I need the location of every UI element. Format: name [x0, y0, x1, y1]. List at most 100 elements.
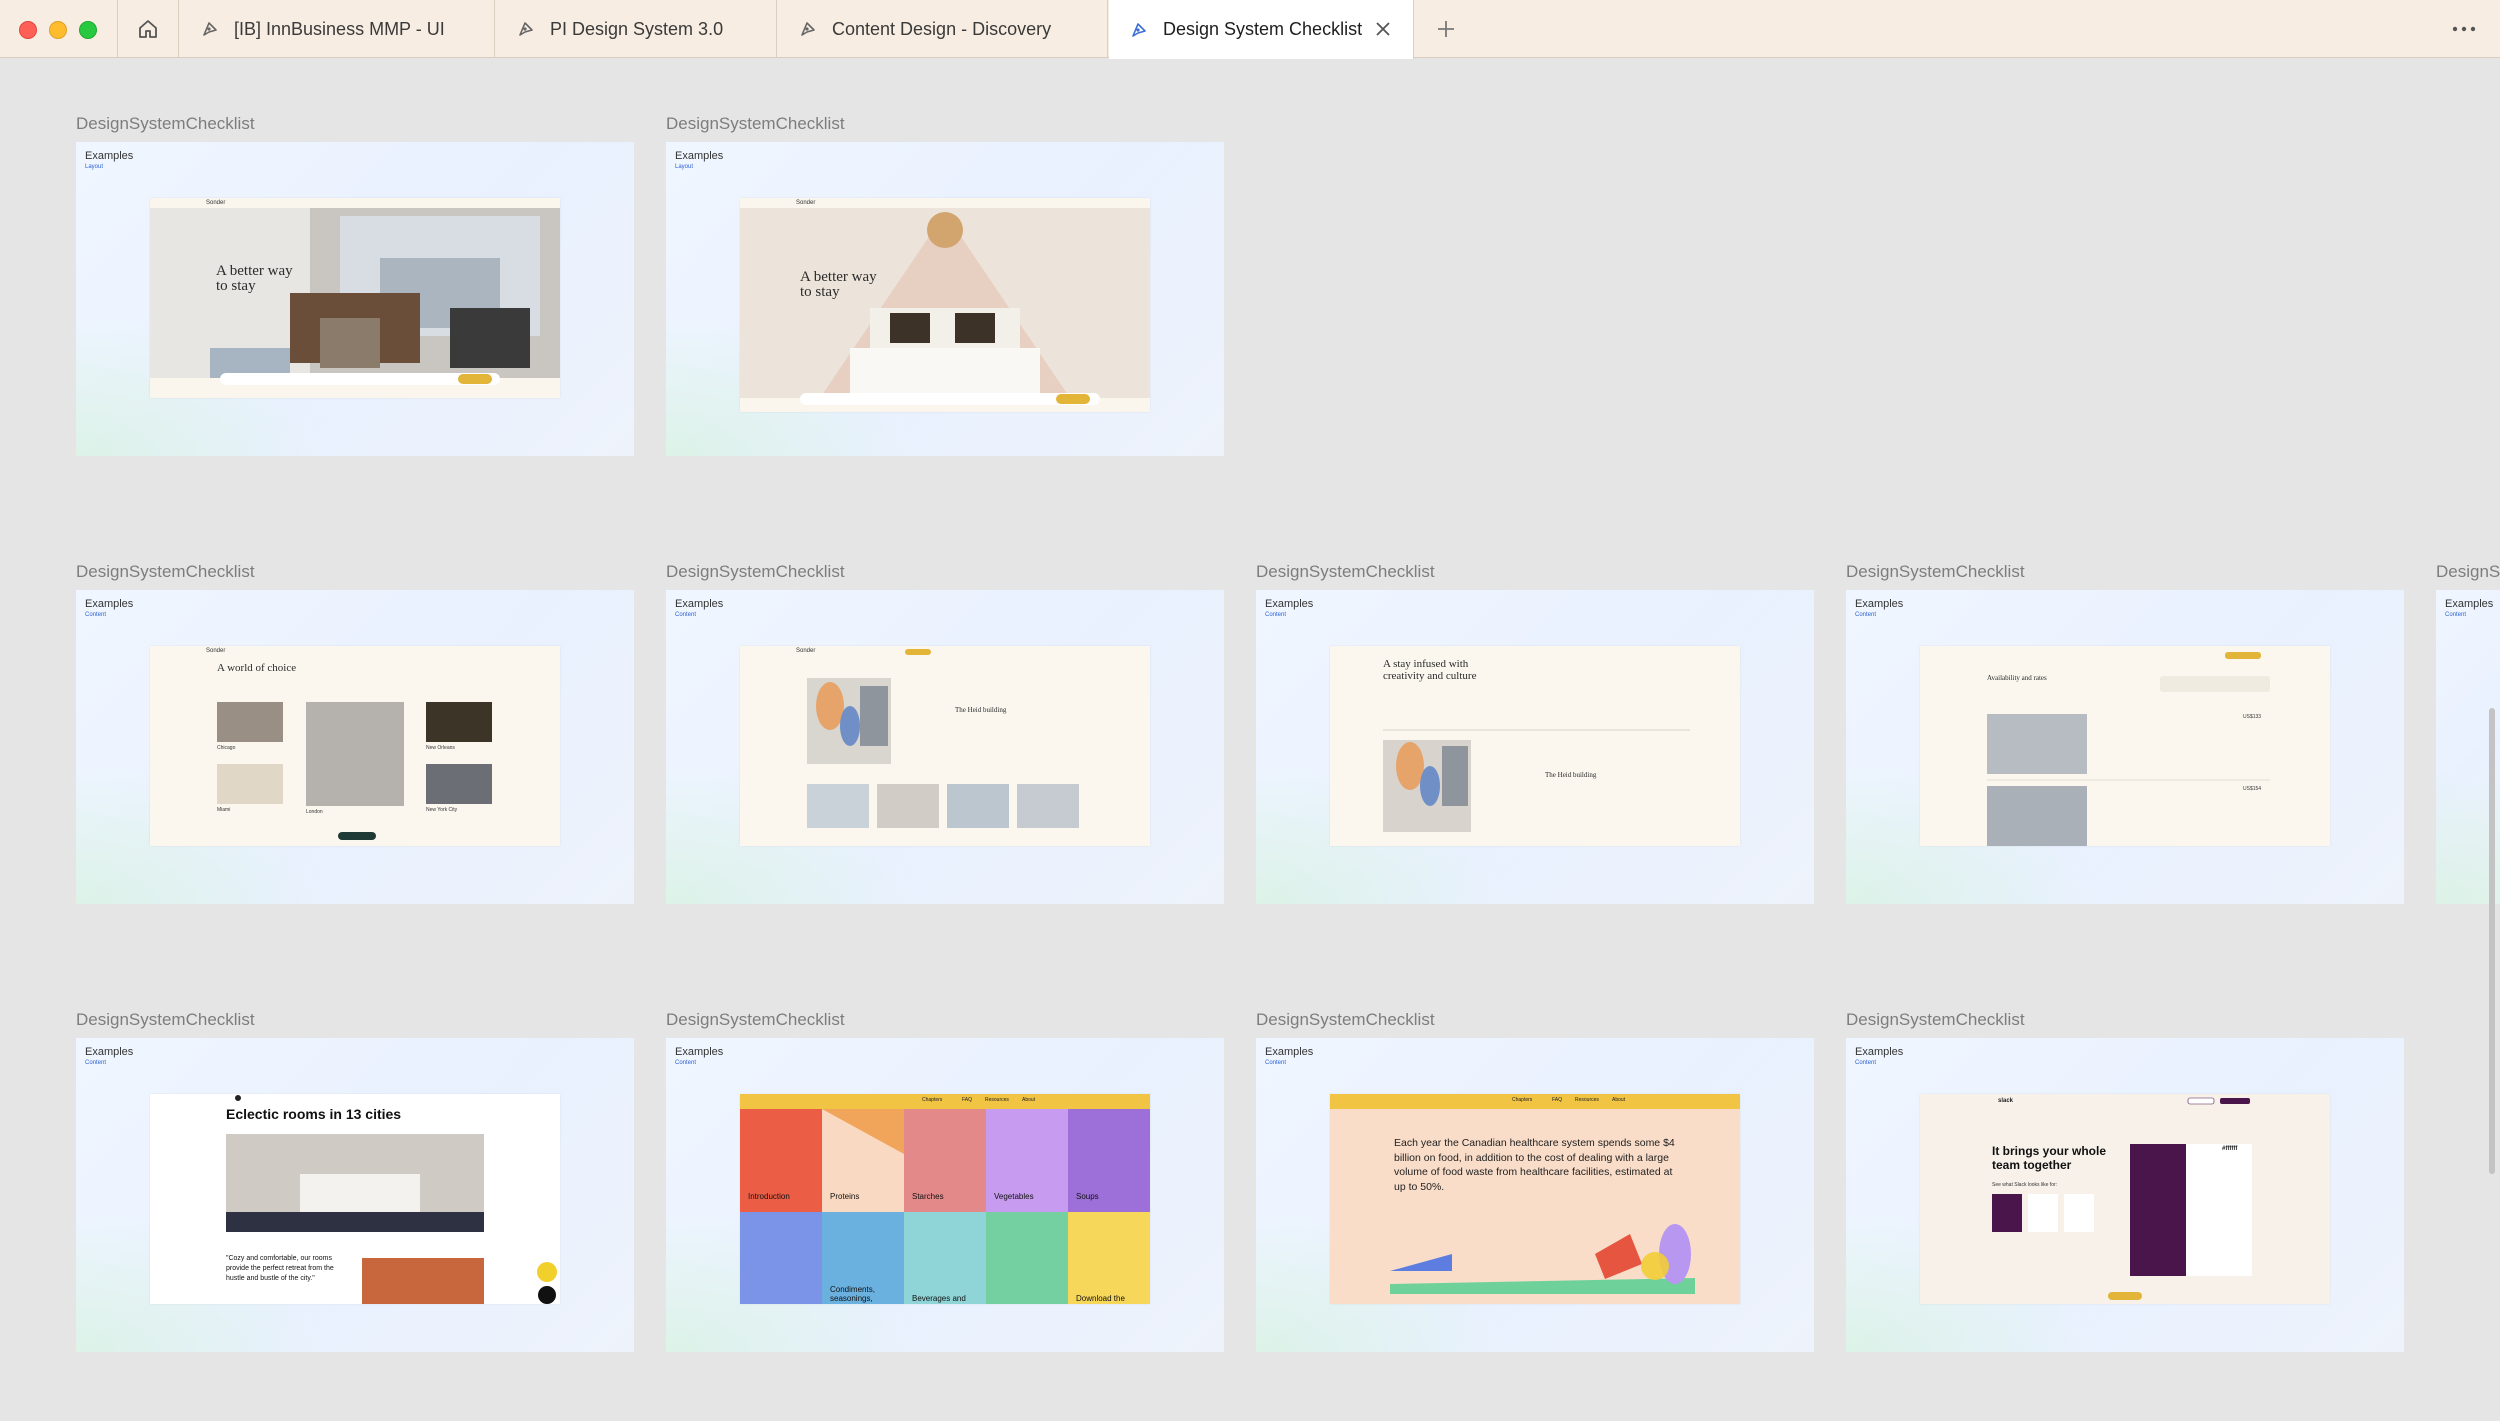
figma-file-icon	[1132, 22, 1146, 37]
frame-label[interactable]: DesignSystemChecklist	[1846, 1010, 2025, 1030]
examples-title: Examples	[85, 150, 134, 162]
city-name: London	[306, 809, 323, 815]
tab-label: Design System Checklist	[1163, 19, 1363, 39]
food-tile-label: Condiments, seasonings,	[830, 1285, 875, 1303]
examples-title: Examples	[85, 598, 134, 610]
examples-subtitle: Content	[1855, 1060, 1877, 1066]
frame-body: Examples Content Sonder A world of choic…	[76, 590, 634, 904]
figma-file-icon	[519, 22, 533, 36]
frame-label[interactable]: DesignSystemChecklist	[666, 562, 845, 582]
tab-label: Content Design - Discovery	[832, 18, 1052, 39]
new-tab-icon[interactable]	[1432, 15, 1460, 43]
frame-body: Examples Content Availability and rates …	[1846, 590, 2404, 904]
home-tab[interactable]	[117, 0, 179, 58]
food-chapters-screenshot: Chapters FAQ Resources About Introductio…	[740, 1094, 1150, 1304]
nav-link: About	[1022, 1097, 1036, 1103]
minimize-window-button[interactable]	[49, 21, 67, 39]
nav-link: Resources	[1575, 1097, 1599, 1103]
culture-layout	[1383, 729, 1690, 832]
city-name: Chicago	[217, 745, 236, 751]
home-icon	[139, 20, 157, 38]
examples-title: Examples	[1855, 1046, 1904, 1058]
heid-title: The Heid building	[955, 706, 1007, 714]
city-name: New York City	[426, 807, 458, 813]
nav-link: Chapters	[1512, 1097, 1533, 1103]
sonder-hero-screenshot: Sonder A better way to stay	[150, 198, 560, 398]
food-tile-label: Soups	[1076, 1192, 1099, 1201]
vertical-scrollbar[interactable]	[2489, 708, 2495, 1174]
frame-label[interactable]: DesignSystemChecklist	[76, 1010, 255, 1030]
sonder-logo: Sonder	[206, 200, 226, 206]
tab-label: PI Design System 3.0	[550, 18, 724, 39]
slack-screenshot: slack It brings your whole team together…	[1920, 1094, 2330, 1304]
figma-file-icon	[801, 22, 815, 36]
tab-innbusiness[interactable]: [IB] InnBusiness MMP - UI	[180, 0, 495, 58]
figma-file-icon	[203, 22, 217, 36]
food-tile-label: Starches	[912, 1192, 944, 1201]
frame-label[interactable]: DesignSystemChecklist	[1256, 562, 1435, 582]
food-tile-label: Introduction	[748, 1192, 790, 1201]
sonder-logo: Sonder	[796, 200, 816, 206]
close-window-button[interactable]	[19, 21, 37, 39]
frame-body: Examples Content Chapters FAQ Resources …	[1256, 1038, 1814, 1352]
canvas[interactable]: DesignSystemChecklist Examples Layout So…	[0, 58, 2500, 1421]
frame-body: Examples Content Chapters FAQ Resources …	[666, 1038, 1224, 1352]
nav-link: FAQ	[1552, 1097, 1563, 1103]
examples-title: Examples	[1265, 598, 1314, 610]
examples-subtitle: Layout	[675, 164, 694, 170]
culture-screenshot: A stay infused with creativity and cultu…	[1330, 646, 1740, 846]
frame-body: Examples Content A stay infused with cre…	[1256, 590, 1814, 904]
frame-body: Examples Content slack It brings your wh…	[1846, 1038, 2404, 1352]
frame-label[interactable]: DesignSystemChecklist	[76, 114, 255, 134]
tab-content-design[interactable]: Content Design - Discovery	[778, 0, 1108, 58]
close-tab-icon[interactable]	[1371, 17, 1395, 41]
food-intro-screenshot: Chapters FAQ Resources About Each year t…	[1330, 1094, 1740, 1304]
slack-channel-name: #ffffff	[2222, 1146, 2238, 1152]
city-name: Miami	[217, 807, 231, 813]
heid-title: The Heid building	[1545, 771, 1597, 779]
examples-title: Examples	[1855, 598, 1904, 610]
nav-link: Resources	[985, 1097, 1009, 1103]
examples-subtitle: Content	[85, 1060, 107, 1066]
nav-link: About	[1612, 1097, 1626, 1103]
examples-subtitle: Content	[85, 612, 107, 618]
frame-label[interactable]: DesignSystemChecklist	[666, 1010, 845, 1030]
rate-price: US$133	[2243, 714, 2262, 720]
food-tile-label: Beverages and	[912, 1294, 966, 1303]
examples-subtitle: Content	[675, 612, 697, 618]
heid-building-layout	[807, 649, 1079, 828]
city-name: New Orleans	[426, 745, 455, 751]
frame-body: Examples Content Eclectic rooms in 13 ci…	[76, 1038, 634, 1352]
hero-headline: A better way to stay	[800, 269, 877, 300]
frame-label[interactable]: DesignS	[2436, 562, 2500, 582]
frame-body: Examples Layout Sonder A better way to s…	[76, 142, 634, 456]
examples-subtitle: Content	[2445, 612, 2467, 618]
slack-layout	[1992, 1097, 2252, 1300]
examples-title: Examples	[675, 598, 724, 610]
food-intro-paragraph: Each year the Canadian healthcare system…	[1394, 1137, 1675, 1193]
zoom-window-button[interactable]	[79, 21, 97, 39]
frame-label[interactable]: DesignSystemChecklist	[1846, 562, 2025, 582]
frame-body: Examples Content Sonder The Heid buildin…	[666, 590, 1224, 904]
food-tile-label: Vegetables	[994, 1192, 1034, 1201]
tab-bar: [IB] InnBusiness MMP - UI PI Design Syst…	[0, 0, 2500, 59]
hero-headline: A better way to stay	[216, 263, 293, 294]
examples-subtitle: Content	[1855, 612, 1877, 618]
frame-label[interactable]: DesignSystemChecklist	[1256, 1010, 1435, 1030]
examples-subtitle: Layout	[85, 164, 104, 170]
food-intro-layout	[1330, 1094, 1740, 1294]
more-options-icon[interactable]	[2448, 15, 2480, 43]
food-tile-label: Download the	[1076, 1294, 1125, 1303]
tab-label: [IB] InnBusiness MMP - UI	[234, 18, 445, 39]
sonder-bedroom-screenshot: Sonder A better way to stay	[740, 198, 1150, 412]
frame-body: Examples Layout Sonder A better way to s…	[666, 142, 1224, 456]
eclectic-quote: "Cozy and comfortable, our rooms provide…	[226, 1255, 334, 1282]
eclectic-rooms-screenshot: Eclectic rooms in 13 cities "Cozy and co…	[150, 1094, 560, 1304]
examples-subtitle: Content	[675, 1060, 697, 1066]
nav-link: Chapters	[922, 1097, 943, 1103]
frame-label[interactable]: DesignSystemChecklist	[76, 562, 255, 582]
tab-pi-design-system[interactable]: PI Design System 3.0	[496, 0, 777, 58]
food-tile-label: Proteins	[830, 1192, 860, 1201]
frame-label[interactable]: DesignSystemChecklist	[666, 114, 845, 134]
tab-design-system-checklist[interactable]: Design System Checklist	[1109, 0, 1414, 59]
